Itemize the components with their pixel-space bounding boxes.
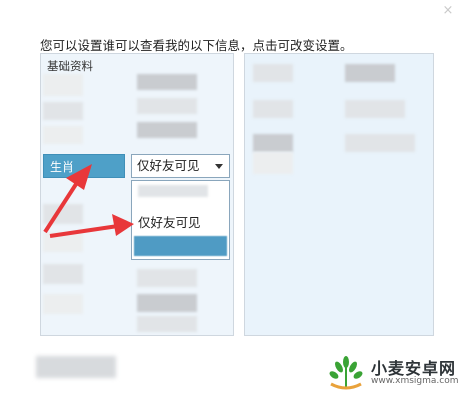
blurred-field [43, 232, 83, 252]
privacy-dropdown: 仅好友可见 [131, 180, 230, 260]
blurred-field [253, 100, 293, 118]
blurred-field [43, 126, 83, 144]
blurred-field [43, 102, 83, 120]
dropdown-option-highlighted[interactable] [134, 236, 227, 256]
watermark: 小麦安卓网 www.xmsigma.com [325, 352, 459, 392]
blurred-field [253, 152, 293, 174]
blurred-value [137, 294, 197, 312]
privacy-select[interactable]: 仅好友可见 [131, 154, 230, 178]
blurred-value [137, 316, 197, 332]
wheat-logo-icon [329, 356, 363, 390]
field-label-zodiac[interactable]: 生肖 [43, 154, 125, 178]
blurred-value [137, 122, 197, 138]
blurred-field [253, 134, 293, 152]
blurred-value [137, 98, 197, 114]
blurred-footer [36, 356, 116, 378]
blurred-field [43, 204, 83, 224]
chevron-down-icon [215, 164, 223, 169]
close-icon[interactable]: × [441, 4, 455, 18]
blurred-field [43, 74, 83, 96]
blurred-field [43, 294, 83, 314]
intro-text: 您可以设置谁可以查看我的以下信息，点击可改变设置。 [40, 38, 353, 53]
visibility-preview-panel [244, 53, 434, 336]
section-header-basic-info: 基础资料 [47, 59, 93, 73]
dropdown-option-friends-only[interactable]: 仅好友可见 [138, 212, 201, 231]
blurred-value [137, 74, 197, 90]
blurred-value [345, 64, 395, 82]
blurred-field [43, 264, 83, 284]
blurred-value [345, 134, 415, 152]
blurred-value [345, 100, 405, 118]
blurred-field [253, 64, 293, 82]
dropdown-option-blurred[interactable] [138, 185, 208, 197]
watermark-url: www.xmsigma.com [371, 376, 459, 386]
blurred-value [137, 269, 197, 287]
profile-fields-panel: 基础资料 生肖 仅好友可见 仅好友可见 [40, 53, 234, 336]
privacy-select-value: 仅好友可见 [137, 158, 200, 173]
privacy-dialog: × 您可以设置谁可以查看我的以下信息，点击可改变设置。 基础资料 生肖 仅好友可… [0, 0, 461, 395]
